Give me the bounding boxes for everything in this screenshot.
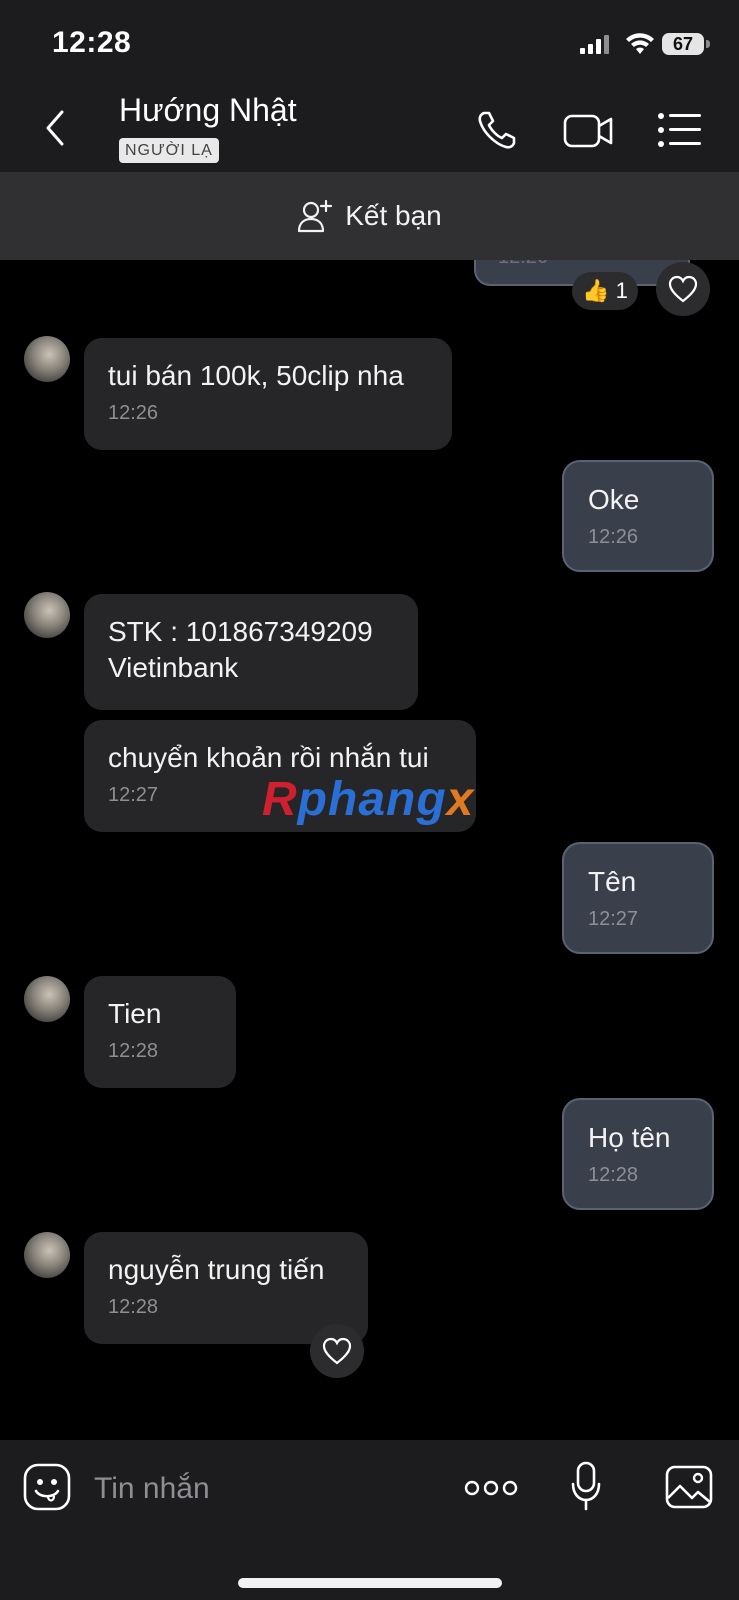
more-dots-icon[interactable] bbox=[464, 1478, 518, 1498]
wifi-icon bbox=[626, 33, 654, 54]
heart-icon[interactable] bbox=[310, 1324, 364, 1378]
emoji-icon[interactable] bbox=[22, 1462, 72, 1512]
reaction-chip[interactable]: 👍 1 bbox=[572, 272, 638, 310]
message-time: 12:26 bbox=[588, 526, 639, 548]
contact-name[interactable]: Hướng Nhật bbox=[119, 92, 297, 129]
image-icon[interactable] bbox=[664, 1464, 714, 1510]
message-bubble-incoming[interactable]: Tien 12:28 bbox=[84, 976, 236, 1088]
message-text: tui bán 100k, 50clip nha bbox=[108, 360, 404, 391]
message-time: 12:27 bbox=[588, 908, 639, 930]
avatar[interactable] bbox=[24, 592, 70, 638]
list-menu-icon[interactable] bbox=[657, 110, 703, 150]
message-time: 12:26 bbox=[108, 402, 159, 424]
video-camera-icon[interactable] bbox=[562, 108, 614, 152]
message-bubble-outgoing[interactable]: Tên 12:27 bbox=[562, 842, 714, 954]
home-indicator bbox=[238, 1578, 502, 1588]
avatar[interactable] bbox=[24, 336, 70, 382]
battery-indicator: 67 bbox=[662, 33, 704, 55]
cellular-signal-icon bbox=[580, 35, 609, 54]
message-text: nguyễn trung tiến bbox=[108, 1254, 325, 1285]
chevron-left-icon[interactable] bbox=[36, 108, 76, 148]
microphone-icon[interactable] bbox=[570, 1460, 602, 1512]
message-input[interactable] bbox=[92, 1466, 436, 1512]
add-person-icon bbox=[298, 199, 333, 233]
add-friend-label: Kết bạn bbox=[345, 200, 442, 231]
avatar[interactable] bbox=[24, 1232, 70, 1278]
message-bubble-incoming[interactable]: tui bán 100k, 50clip nha 12:26 bbox=[84, 338, 452, 450]
message-time: 12:28 bbox=[108, 1040, 159, 1062]
reaction-count: 1 bbox=[615, 278, 628, 303]
header-bar: 12:28 67 Hướng Nhật NGƯỜI LẠ bbox=[0, 0, 739, 172]
add-friend-button[interactable]: Kết bạn bbox=[0, 172, 739, 260]
message-time: 12:28 bbox=[588, 1164, 639, 1186]
phone-icon[interactable] bbox=[475, 108, 519, 152]
message-time: 12:28 bbox=[108, 1296, 159, 1318]
message-text: chuyển khoản rồi nhắn tui bbox=[108, 742, 429, 773]
battery-tip bbox=[706, 40, 710, 48]
message-text: Tên bbox=[588, 866, 637, 897]
status-time: 12:28 bbox=[52, 26, 132, 59]
thumbs-up-icon: 👍 bbox=[582, 278, 610, 303]
heart-icon[interactable] bbox=[656, 262, 710, 316]
message-bubble-outgoing[interactable]: Họ tên 12:28 bbox=[562, 1098, 714, 1210]
message-text: Họ tên bbox=[588, 1122, 671, 1153]
message-text: Tien bbox=[108, 998, 162, 1029]
avatar[interactable] bbox=[24, 976, 70, 1022]
message-text: STK : 101867349209 Vietinbank bbox=[108, 616, 373, 683]
stranger-badge: NGƯỜI LẠ bbox=[119, 138, 219, 163]
watermark-logo: Rphangx bbox=[262, 773, 475, 826]
message-bubble-outgoing[interactable]: Oke 12:26 bbox=[562, 460, 714, 572]
message-bubble-incoming[interactable]: STK : 101867349209 Vietinbank bbox=[84, 594, 418, 710]
message-composer bbox=[0, 1440, 739, 1600]
message-text: Oke bbox=[588, 484, 640, 515]
